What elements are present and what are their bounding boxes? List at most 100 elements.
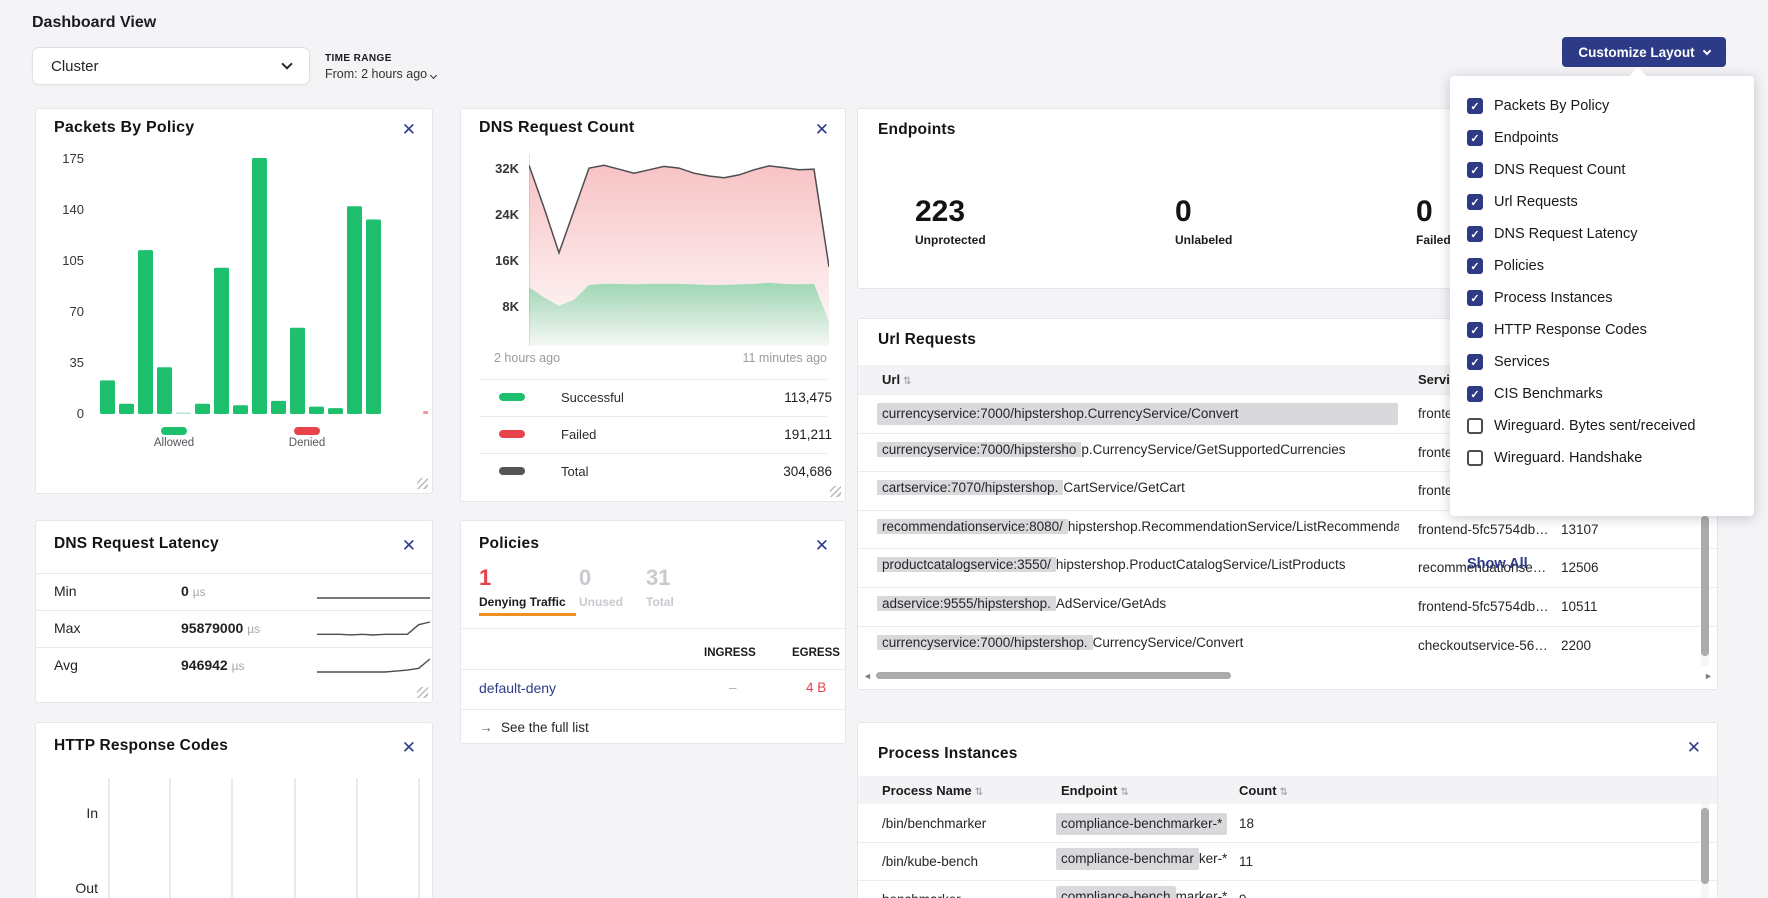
resize-handle[interactable] — [417, 478, 428, 489]
process-instances-title: Process Instances — [878, 745, 1018, 763]
close-icon[interactable]: ✕ — [815, 537, 829, 554]
menu-item-wireguard-bytes-sent-received[interactable]: ✓Wireguard. Bytes sent/received — [1450, 410, 1754, 442]
url-cell: currencyservice:7000/hipstershop.Currenc… — [877, 635, 1399, 650]
y-tick: 16K — [483, 253, 519, 268]
close-icon[interactable]: ✕ — [1687, 739, 1701, 756]
divider — [461, 628, 845, 629]
checked-checkbox-icon[interactable]: ✓ — [1467, 258, 1483, 274]
y-tick: 0 — [50, 406, 84, 421]
process-instances-card: Process Instances ✕ Process Name⇅ Endpoi… — [857, 722, 1718, 898]
divider — [36, 573, 432, 574]
latency-metric-label: Min — [54, 583, 77, 599]
egress-value: 4 B — [806, 680, 826, 695]
count-cell: 18 — [1239, 816, 1254, 831]
url-cell: cartservice:7070/hipstershop.CartService… — [877, 480, 1399, 495]
latency-metric-value: 95879000 µs — [181, 620, 260, 636]
menu-item-wireguard-handshake[interactable]: ✓Wireguard. Handshake — [1450, 442, 1754, 474]
time-range-value[interactable]: From: 2 hours ago — [325, 67, 436, 81]
tab-total[interactable]: Total — [646, 595, 674, 609]
gridline — [356, 778, 358, 898]
checked-checkbox-icon[interactable]: ✓ — [1467, 130, 1483, 146]
checked-checkbox-icon[interactable]: ✓ — [1467, 194, 1483, 210]
sort-icon[interactable]: ⇅ — [1120, 787, 1128, 798]
total-label: Total — [561, 464, 588, 479]
chevron-down-icon — [281, 58, 292, 69]
endpoint-cell: compliance-benchmarker-* — [1056, 813, 1227, 835]
unprotected-value: 223 — [915, 195, 965, 229]
failed-value: 0 — [1416, 195, 1433, 229]
packets-bar-chart — [98, 150, 428, 416]
x-axis-start-label: 2 hours ago — [494, 351, 560, 365]
dns-request-latency-title: DNS Request Latency — [54, 535, 219, 553]
process-name-cell: /bin/benchmarker — [882, 816, 986, 831]
count-cell: 12506 — [1561, 560, 1599, 575]
latency-metric-value: 946942 µs — [181, 657, 245, 673]
menu-item-services[interactable]: ✓Services — [1450, 346, 1754, 378]
sort-icon[interactable]: ⇅ — [903, 376, 911, 387]
horizontal-scrollbar-thumb[interactable] — [876, 672, 1231, 679]
menu-item-policies[interactable]: ✓Policies — [1450, 250, 1754, 282]
checked-checkbox-icon[interactable]: ✓ — [1467, 290, 1483, 306]
close-icon[interactable]: ✕ — [402, 121, 416, 138]
customize-layout-label: Customize Layout — [1578, 45, 1694, 60]
failed-label: Failed — [1416, 233, 1451, 247]
url-cell: currencyservice:7000/hipstershop.Currenc… — [877, 442, 1399, 457]
menu-item-endpoints[interactable]: ✓Endpoints — [1450, 122, 1754, 154]
menu-item-url-requests[interactable]: ✓Url Requests — [1450, 186, 1754, 218]
y-tick: 8K — [483, 299, 519, 314]
checked-checkbox-icon[interactable]: ✓ — [1467, 98, 1483, 114]
vertical-scrollbar-thumb[interactable] — [1701, 516, 1709, 656]
gridline — [294, 778, 296, 898]
close-icon[interactable]: ✕ — [402, 739, 416, 756]
y-tick: 32K — [483, 161, 519, 176]
menu-notch — [1630, 68, 1647, 85]
scroll-left-icon[interactable]: ◄ — [863, 671, 872, 681]
unchecked-checkbox-icon[interactable]: ✓ — [1467, 418, 1483, 434]
see-full-list-link[interactable]: See the full list — [501, 720, 589, 735]
dns-request-count-card: DNS Request Count ✕ 32K 24K 16K 8K 2 hou… — [460, 108, 846, 502]
menu-item-http-response-codes[interactable]: ✓HTTP Response Codes — [1450, 314, 1754, 346]
checked-checkbox-icon[interactable]: ✓ — [1467, 162, 1483, 178]
gridline — [108, 778, 110, 898]
checked-checkbox-icon[interactable]: ✓ — [1467, 226, 1483, 242]
customize-layout-button[interactable]: Customize Layout — [1562, 37, 1726, 67]
gridline — [169, 778, 171, 898]
sort-icon[interactable]: ⇅ — [975, 787, 983, 798]
resize-handle[interactable] — [417, 687, 428, 698]
tab-unused[interactable]: Unused — [579, 595, 623, 609]
packets-by-policy-title: Packets By Policy — [54, 119, 194, 137]
menu-item-dns-request-count[interactable]: ✓DNS Request Count — [1450, 154, 1754, 186]
menu-item-packets-by-policy[interactable]: ✓Packets By Policy — [1450, 90, 1754, 122]
url-column-header: Url⇅ — [882, 372, 911, 387]
checked-checkbox-icon[interactable]: ✓ — [1467, 354, 1483, 370]
unlabeled-label: Unlabeled — [1175, 233, 1232, 247]
unchecked-checkbox-icon[interactable]: ✓ — [1467, 450, 1483, 466]
menu-item-dns-request-latency[interactable]: ✓DNS Request Latency — [1450, 218, 1754, 250]
menu-item-cis-benchmarks[interactable]: ✓CIS Benchmarks — [1450, 378, 1754, 410]
process-table-header: Process Name⇅ Endpoint⇅ Count⇅ — [858, 776, 1717, 804]
dns-request-count-title: DNS Request Count — [479, 119, 634, 137]
show-all-link[interactable]: Show All — [1467, 556, 1528, 572]
scroll-right-icon[interactable]: ► — [1704, 671, 1713, 681]
menu-item-process-instances[interactable]: ✓Process Instances — [1450, 282, 1754, 314]
latency-metric-label: Max — [54, 620, 80, 636]
y-tick: 24K — [483, 207, 519, 222]
endpoints-title: Endpoints — [878, 121, 956, 139]
close-icon[interactable]: ✕ — [815, 121, 829, 138]
chevron-down-icon — [1702, 46, 1710, 54]
policy-name-link[interactable]: default-deny — [479, 680, 556, 696]
checked-checkbox-icon[interactable]: ✓ — [1467, 386, 1483, 402]
view-selector[interactable]: Cluster — [32, 47, 310, 85]
sort-icon[interactable]: ⇅ — [1280, 787, 1288, 798]
latency-metric-value: 0 µs — [181, 583, 206, 599]
vertical-scrollbar[interactable] — [1701, 804, 1709, 898]
time-range: TIME RANGE From: 2 hours ago — [325, 53, 436, 81]
vertical-scrollbar-thumb[interactable] — [1701, 808, 1709, 884]
tab-denying-traffic[interactable]: Denying Traffic — [479, 595, 566, 609]
process-name-cell: benchmarker — [882, 892, 961, 898]
resize-handle[interactable] — [830, 486, 841, 497]
close-icon[interactable]: ✕ — [402, 537, 416, 554]
endpoint-column-header: Endpoint⇅ — [1061, 783, 1129, 798]
checked-checkbox-icon[interactable]: ✓ — [1467, 322, 1483, 338]
latency-sparkline — [316, 654, 431, 676]
